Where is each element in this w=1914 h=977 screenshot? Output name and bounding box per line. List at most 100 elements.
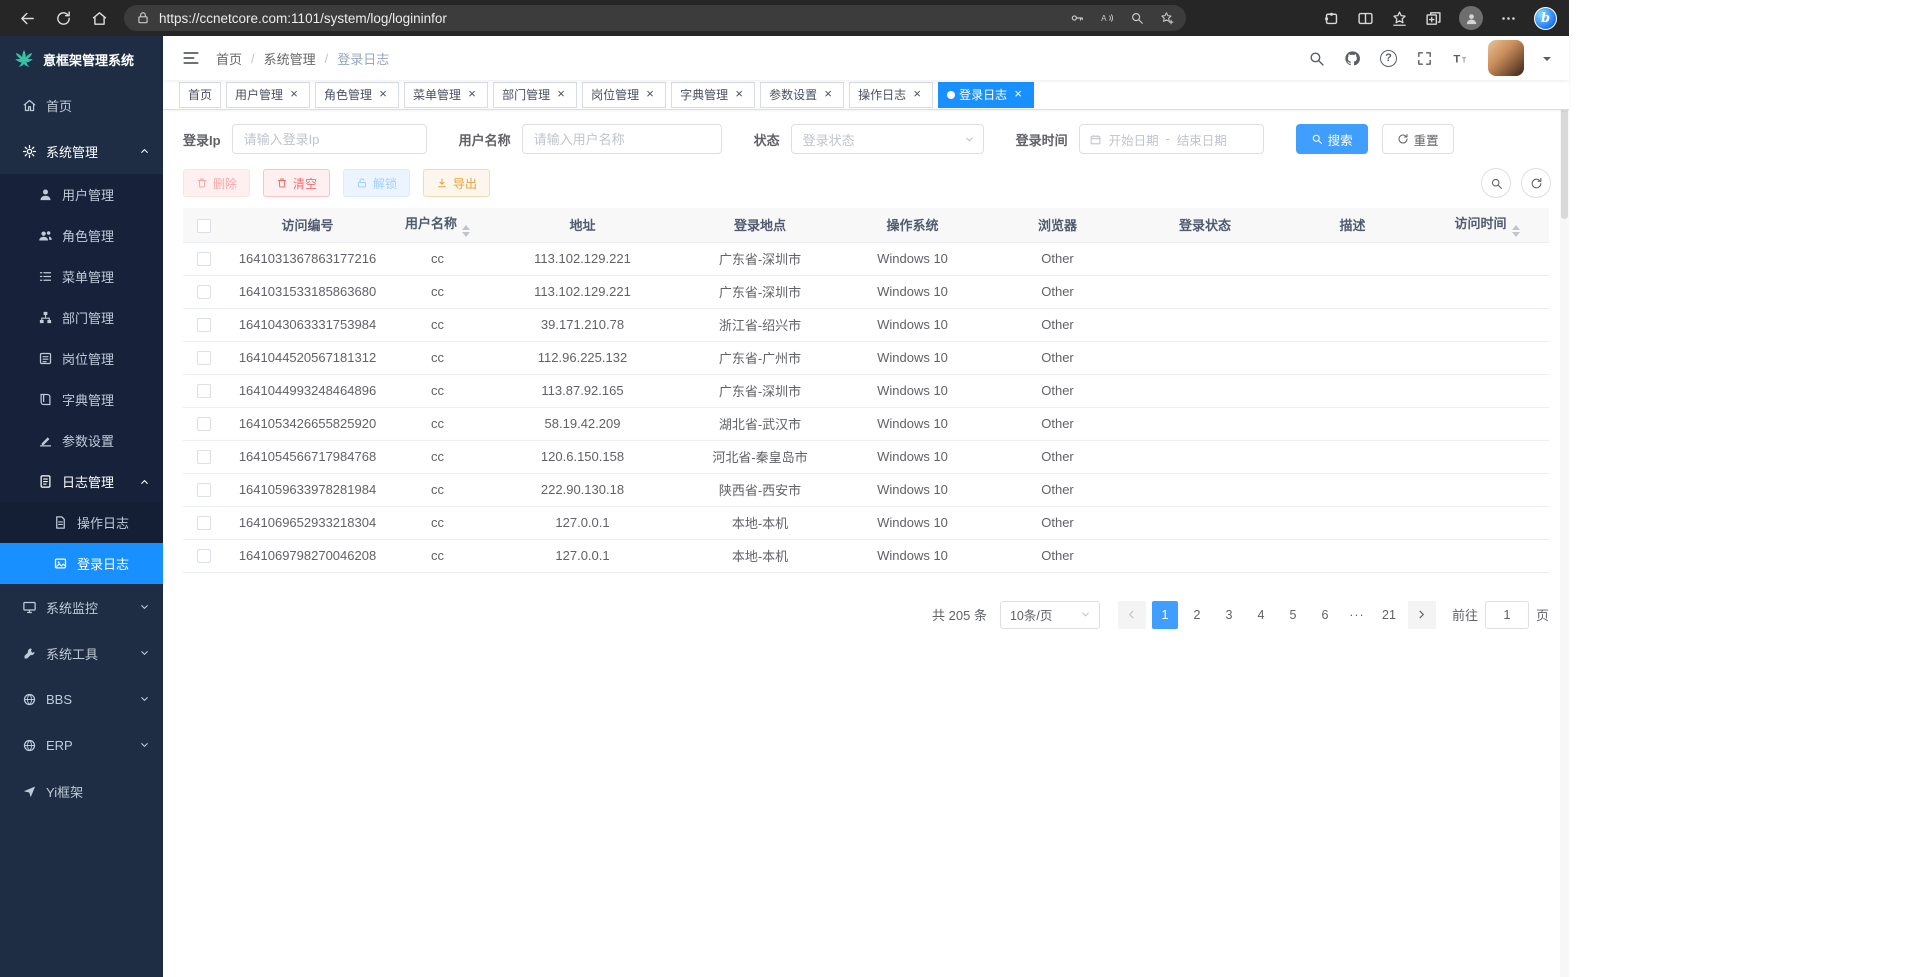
sidebar-item-operation-log[interactable]: 操作日志 xyxy=(0,502,163,543)
table-row[interactable]: 1641054566717984768cc120.6.150.158河北省-秦皇… xyxy=(183,440,1549,473)
prev-page-button[interactable] xyxy=(1118,601,1146,629)
page-button-5[interactable]: 5 xyxy=(1280,601,1306,629)
row-checkbox[interactable] xyxy=(197,252,211,266)
clear-button[interactable]: 清空 xyxy=(263,169,330,197)
collections-button[interactable] xyxy=(1425,10,1442,27)
close-icon[interactable]: × xyxy=(465,88,479,102)
fullscreen-button[interactable] xyxy=(1416,50,1433,67)
refresh-page-button[interactable] xyxy=(48,4,78,32)
row-checkbox[interactable] xyxy=(197,516,211,530)
sidebar-item-dict-management[interactable]: 字典管理 xyxy=(0,379,163,420)
row-checkbox[interactable] xyxy=(197,483,211,497)
help-button[interactable]: ? xyxy=(1380,50,1397,67)
tab-role-management[interactable]: 角色管理× xyxy=(315,82,399,108)
next-page-button[interactable] xyxy=(1408,601,1436,629)
export-button[interactable]: 导出 xyxy=(423,169,490,197)
column-header-user-name[interactable]: 用户名称 xyxy=(390,208,485,242)
tab-dept-management[interactable]: 部门管理× xyxy=(493,82,577,108)
row-checkbox[interactable] xyxy=(197,351,211,365)
page-scrollbar[interactable] xyxy=(1560,36,1569,977)
page-button-2[interactable]: 2 xyxy=(1184,601,1210,629)
row-checkbox[interactable] xyxy=(197,417,211,431)
split-screen-button[interactable] xyxy=(1357,10,1374,27)
browser-home-button[interactable] xyxy=(84,4,114,32)
reset-button[interactable]: 重置 xyxy=(1382,124,1454,154)
sidebar-item-user-management[interactable]: 用户管理 xyxy=(0,174,163,215)
table-row[interactable]: 1641059633978281984cc222.90.130.18陕西省-西安… xyxy=(183,473,1549,506)
settings-more-button[interactable] xyxy=(1500,10,1517,27)
table-row[interactable]: 1641069652933218304cc127.0.0.1本地-本机Windo… xyxy=(183,506,1549,539)
goto-page-input[interactable] xyxy=(1485,601,1529,629)
login-time-range-picker[interactable]: 开始日期 - 结束日期 xyxy=(1079,124,1264,154)
add-favorite-button[interactable] xyxy=(1160,11,1174,25)
row-checkbox[interactable] xyxy=(197,384,211,398)
back-button[interactable] xyxy=(12,4,42,32)
page-button-3[interactable]: 3 xyxy=(1216,601,1242,629)
sidebar-item-role-management[interactable]: 角色管理 xyxy=(0,215,163,256)
sidebar-item-erp[interactable]: ERP xyxy=(0,722,163,768)
select-all-checkbox[interactable] xyxy=(197,219,211,233)
copilot-button[interactable]: b xyxy=(1534,7,1557,30)
address-bar[interactable]: https://ccnetcore.com:1101/system/log/lo… xyxy=(124,5,1186,31)
table-row[interactable]: 1641069798270046208cc127.0.0.1本地-本机Windo… xyxy=(183,539,1549,572)
close-icon[interactable]: × xyxy=(910,88,924,102)
sort-carets[interactable] xyxy=(462,225,470,237)
unlock-button[interactable]: 解锁 xyxy=(343,169,410,197)
page-size-select[interactable]: 10条/页 xyxy=(1000,601,1100,629)
sidebar-item-system-monitor[interactable]: 系统监控 xyxy=(0,584,163,630)
close-icon[interactable]: × xyxy=(821,88,835,102)
close-icon[interactable]: × xyxy=(732,88,746,102)
close-icon[interactable]: × xyxy=(376,88,390,102)
sidebar-item-param-settings[interactable]: 参数设置 xyxy=(0,420,163,461)
table-row[interactable]: 1641053426655825920cc58.19.42.209湖北省-武汉市… xyxy=(183,407,1549,440)
sidebar-item-log-management[interactable]: 日志管理 xyxy=(0,461,163,502)
zoom-button[interactable] xyxy=(1130,11,1144,25)
page-button-1[interactable]: 1 xyxy=(1152,601,1178,629)
sidebar-item-login-log[interactable]: 登录日志 xyxy=(0,543,163,584)
page-button-4[interactable]: 4 xyxy=(1248,601,1274,629)
table-row[interactable]: 1641031367863177216cc113.102.129.221广东省-… xyxy=(183,242,1549,275)
status-select[interactable]: 登录状态 xyxy=(791,124,984,154)
tab-user-management[interactable]: 用户管理× xyxy=(226,82,310,108)
read-aloud-button[interactable] xyxy=(1100,11,1114,25)
extensions-button[interactable] xyxy=(1323,10,1340,27)
column-header-visit-time[interactable]: 访问时间 xyxy=(1425,208,1549,242)
app-logo[interactable]: 意框架管理系统 xyxy=(0,36,163,82)
sidebar-item-home[interactable]: 首页 xyxy=(0,82,163,128)
row-checkbox[interactable] xyxy=(197,318,211,332)
sidebar-item-menu-management[interactable]: 菜单管理 xyxy=(0,256,163,297)
password-button[interactable] xyxy=(1070,11,1084,25)
tab-dict-management[interactable]: 字典管理× xyxy=(671,82,755,108)
header-search-button[interactable] xyxy=(1308,50,1325,67)
sidebar-item-post-management[interactable]: 岗位管理 xyxy=(0,338,163,379)
tab-param-settings[interactable]: 参数设置× xyxy=(760,82,844,108)
avatar-caret-down-icon[interactable] xyxy=(1543,57,1551,65)
toggle-search-button[interactable] xyxy=(1481,168,1511,198)
user-name-input[interactable] xyxy=(522,124,722,154)
pager-more-button[interactable]: ··· xyxy=(1344,601,1370,629)
row-checkbox[interactable] xyxy=(197,450,211,464)
close-icon[interactable]: × xyxy=(1011,88,1025,102)
profile-button[interactable] xyxy=(1459,6,1483,30)
tab-post-management[interactable]: 岗位管理× xyxy=(582,82,666,108)
breadcrumb-item[interactable]: 系统管理 xyxy=(264,49,316,68)
sidebar-item-system-tools[interactable]: 系统工具 xyxy=(0,630,163,676)
breadcrumb-item[interactable]: 首页 xyxy=(216,49,242,68)
sort-carets[interactable] xyxy=(1512,225,1520,237)
github-button[interactable] xyxy=(1344,50,1361,67)
close-icon[interactable]: × xyxy=(643,88,657,102)
url-text[interactable]: https://ccnetcore.com:1101/system/log/lo… xyxy=(159,11,1061,26)
table-row[interactable]: 1641043063331753984cc39.171.210.78浙江省-绍兴… xyxy=(183,308,1549,341)
page-button-6[interactable]: 6 xyxy=(1312,601,1338,629)
table-row[interactable]: 1641044520567181312cc112.96.225.132广东省-广… xyxy=(183,341,1549,374)
hamburger-icon[interactable] xyxy=(181,48,201,68)
tab-login-log[interactable]: 登录日志× xyxy=(938,82,1034,108)
sidebar-item-bbs[interactable]: BBS xyxy=(0,676,163,722)
delete-button[interactable]: 删除 xyxy=(183,169,250,197)
refresh-table-button[interactable] xyxy=(1521,168,1551,198)
search-button[interactable]: 搜索 xyxy=(1296,124,1368,154)
close-icon[interactable]: × xyxy=(554,88,568,102)
favorites-button[interactable] xyxy=(1391,10,1408,27)
sidebar-item-dept-management[interactable]: 部门管理 xyxy=(0,297,163,338)
row-checkbox[interactable] xyxy=(197,285,211,299)
